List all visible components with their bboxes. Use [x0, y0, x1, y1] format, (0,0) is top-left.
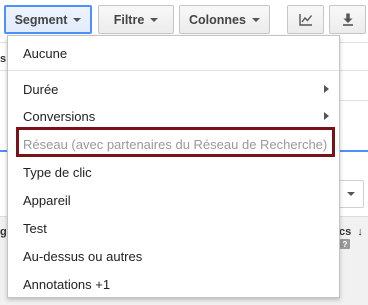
divider	[340, 100, 368, 101]
menu-item-appareil[interactable]: Appareil	[8, 187, 339, 213]
chart-toggle-button[interactable]	[287, 5, 324, 34]
menu-item-label: Au-dessus ou autres	[23, 248, 143, 264]
columns-button[interactable]: Colonnes	[179, 5, 270, 34]
chevron-down-icon	[251, 17, 260, 22]
chevron-right-icon	[324, 85, 329, 93]
chevron-right-icon	[324, 112, 329, 120]
chevron-down-icon	[150, 17, 159, 22]
menu-item-aucune[interactable]: Aucune	[8, 40, 339, 66]
segment-dropdown-menu: Aucune Durée Conversions Réseau (avec pa…	[7, 35, 340, 298]
menu-item-label: Test	[23, 220, 47, 236]
filter-button-label: Filtre	[113, 12, 145, 27]
help-icon[interactable]: ?	[340, 239, 350, 249]
chevron-down-icon	[73, 17, 82, 22]
segment-button[interactable]: Segment	[4, 5, 92, 34]
menu-item-label: Appareil	[23, 192, 71, 208]
sort-arrow-icon: ↓	[357, 226, 363, 238]
filter-button[interactable]: Filtre	[98, 5, 174, 34]
menu-item-type-de-clic[interactable]: Type de clic	[8, 159, 339, 185]
menu-item-conversions[interactable]: Conversions	[8, 103, 339, 129]
highlight-annotation-box	[16, 127, 335, 157]
background-header-text: s	[0, 53, 7, 65]
segment-button-label: Segment	[14, 12, 68, 27]
column-header-label: cs	[339, 226, 352, 238]
menu-item-au-dessus[interactable]: Au-dessus ou autres	[8, 243, 339, 269]
menu-item-test[interactable]: Test	[8, 215, 339, 241]
chevron-down-icon	[347, 192, 355, 196]
menu-item-label: Conversions	[23, 108, 96, 124]
line-chart-icon	[298, 14, 312, 26]
columns-button-label: Colonnes	[189, 12, 246, 27]
menu-item-label: Durée	[23, 81, 59, 97]
menu-item-label: Type de clic	[23, 164, 92, 180]
download-button[interactable]	[329, 5, 366, 34]
menu-item-label: Annotations +1	[23, 276, 111, 292]
menu-item-duree[interactable]: Durée	[8, 76, 339, 102]
download-icon	[342, 13, 353, 26]
view-select[interactable]	[338, 180, 364, 208]
menu-item-label: Aucune	[23, 45, 68, 61]
column-header-sortable[interactable]: cs ↓	[339, 226, 363, 238]
column-header[interactable]: g	[0, 226, 7, 238]
report-page: Segment Filtre Colonnes s g cs ↓ ? Aucun…	[0, 0, 368, 305]
menu-separator	[8, 70, 339, 71]
menu-item-annotations[interactable]: Annotations +1	[8, 271, 339, 297]
